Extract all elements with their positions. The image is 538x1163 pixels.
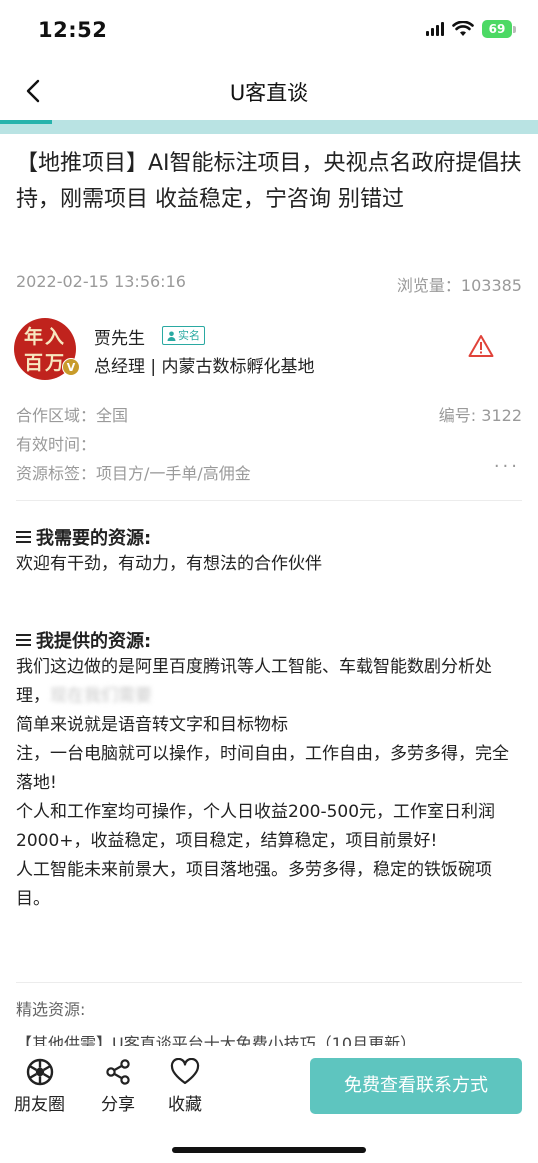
moments-button[interactable]: 朋友圈 xyxy=(14,1058,65,1115)
more-icon[interactable]: ··· xyxy=(494,456,520,477)
featured-item-link[interactable]: 【其他供需】U客直谈平台十大免费小技巧（10月更新） xyxy=(16,1030,522,1046)
favorite-label: 收藏 xyxy=(168,1095,202,1115)
author-card[interactable]: 年入 百万 V 贾先生 实名 总经理 | 内蒙古数标孵化基地 xyxy=(14,318,522,382)
nav-bar: U客直谈 xyxy=(0,62,538,120)
battery-icon: 69 xyxy=(482,20,512,38)
needs-text: 欢迎有干劲，有动力，有想法的合作伙伴 xyxy=(16,554,322,574)
view-count: 浏览量：103385 xyxy=(396,276,522,295)
info-row-tags: 资源标签：项目方/一手单/高佣金 ··· xyxy=(16,456,522,489)
region-text: 合作区域：全国 xyxy=(16,406,129,425)
page-title: U客直谈 xyxy=(229,81,309,105)
divider xyxy=(16,500,522,501)
post-meta: 2022-02-15 13:56:16 浏览量：103385 xyxy=(16,272,522,296)
verified-badge: 实名 xyxy=(162,326,205,345)
needs-heading: 我需要的资源: xyxy=(16,524,151,550)
offers-heading-text: 我提供的资源: xyxy=(36,631,152,652)
tab-indicator xyxy=(0,120,52,124)
divider xyxy=(16,982,522,983)
person-icon xyxy=(167,331,176,341)
blurred-text: 现在我们需要 xyxy=(50,686,152,706)
favorite-button[interactable]: 收藏 xyxy=(168,1058,202,1115)
list-icon xyxy=(16,531,31,543)
battery-tip xyxy=(513,25,516,33)
share-icon xyxy=(106,1059,130,1085)
status-icons: 69 xyxy=(426,20,516,38)
verified-label: 实名 xyxy=(178,329,200,342)
status-time: 12:52 xyxy=(38,18,108,42)
view-contact-button[interactable]: 免费查看联系方式 xyxy=(310,1058,522,1114)
camera-aperture-icon xyxy=(26,1058,53,1086)
post-date: 2022-02-15 13:56:16 xyxy=(16,272,186,291)
moments-label: 朋友圈 xyxy=(14,1095,65,1115)
needs-heading-text: 我需要的资源: xyxy=(36,528,152,549)
offers-heading: 我提供的资源: xyxy=(16,627,151,653)
info-row-region: 合作区域：全国 编号: 3122 xyxy=(16,402,522,431)
bottom-action-bar: 朋友圈 分享 收藏 免费查看联系方式 xyxy=(0,1046,538,1163)
status-bar: 12:52 69 xyxy=(0,0,538,62)
share-button[interactable]: 分享 xyxy=(101,1058,135,1115)
offers-text: 我们这边做的是阿里百度腾讯等人工智能、车载智能数剧分析处理，现在我们需要 简单来… xyxy=(16,653,524,914)
share-label: 分享 xyxy=(101,1095,135,1115)
tab-strip xyxy=(0,120,538,134)
author-name: 贾先生 xyxy=(94,329,145,349)
offers-text-rest: 简单来说就是语音转文字和目标物标 注，一台电脑就可以操作，时间自由，工作自由，多… xyxy=(16,715,509,909)
heart-icon xyxy=(170,1058,200,1085)
resource-info: 合作区域：全国 编号: 3122 有效时间： 资源标签：项目方/一手单/高佣金 … xyxy=(16,402,522,489)
avatar-text-line1: 年入 xyxy=(23,326,66,348)
tags-text: 资源标签：项目方/一手单/高佣金 xyxy=(16,464,251,483)
info-row-valid-time: 有效时间： xyxy=(16,431,522,460)
home-indicator xyxy=(172,1147,366,1153)
featured-label: 精选资源: xyxy=(16,1000,86,1019)
list-icon xyxy=(16,634,31,646)
wifi-icon xyxy=(452,21,474,36)
signal-icon xyxy=(426,22,444,36)
resource-number: 编号: 3122 xyxy=(438,406,522,425)
vip-badge-icon: V xyxy=(62,358,80,376)
post-title: 【地推项目】AI智能标注项目，央视点名政府提倡扶持，刚需项目 收益稳定，宁咨询 … xyxy=(16,151,522,212)
valid-time-text: 有效时间： xyxy=(16,435,97,454)
warning-icon[interactable] xyxy=(468,334,494,358)
author-title: 总经理 | 内蒙古数标孵化基地 xyxy=(94,357,315,377)
